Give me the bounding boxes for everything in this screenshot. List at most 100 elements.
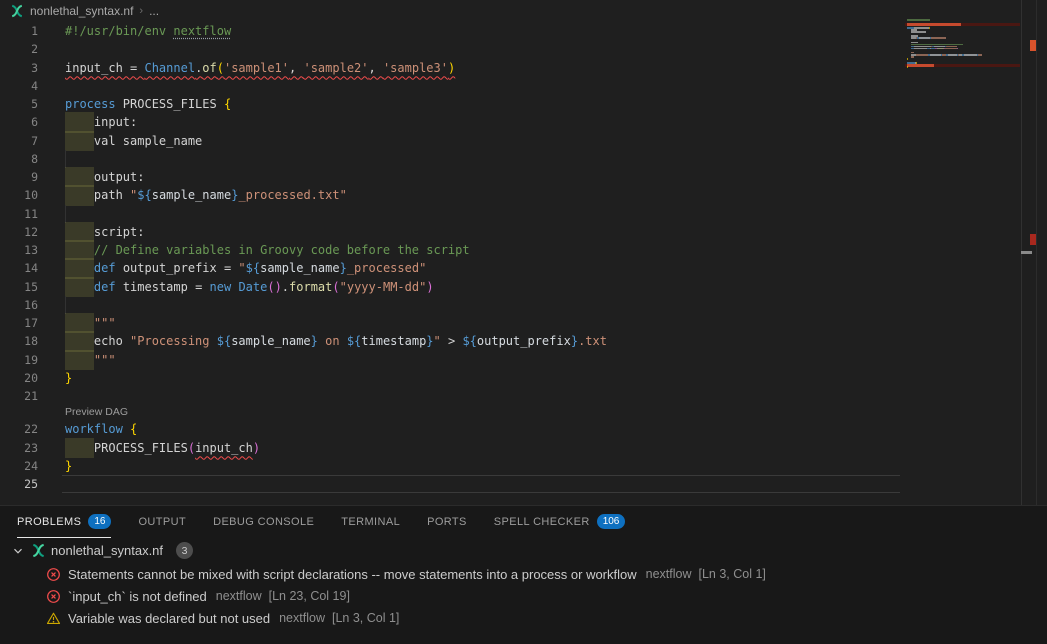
code-line[interactable]: 11	[0, 205, 905, 223]
code-line[interactable]: 24}	[0, 457, 905, 475]
code-line-content: """	[65, 351, 116, 369]
code-line[interactable]: 7 val sample_name	[0, 132, 905, 150]
code-line[interactable]: 4	[0, 77, 905, 95]
code-token: ${	[347, 334, 361, 348]
code-token: .txt	[578, 334, 607, 348]
problems-file-group[interactable]: nonlethal_syntax.nf 3	[0, 538, 1047, 563]
line-number[interactable]: 3	[8, 59, 38, 77]
code-line[interactable]: 8	[0, 150, 905, 168]
code-line-content: input:	[65, 113, 137, 131]
code-token: {	[224, 97, 231, 111]
code-token: >	[441, 334, 463, 348]
line-number[interactable]: 5	[8, 95, 38, 113]
panel-tab-spell-checker[interactable]: SPELL CHECKER106	[494, 506, 626, 538]
line-number[interactable]: 8	[8, 150, 38, 168]
code-area[interactable]: 1#!/usr/bin/env nextflow23input_ch = Cha…	[0, 22, 905, 493]
code-token: ,	[369, 61, 383, 75]
panel-tab-terminal[interactable]: TERMINAL	[341, 506, 400, 538]
editor[interactable]: nonlethal_syntax.nf › ... 1#!/usr/bin/en…	[0, 0, 1047, 506]
line-number[interactable]: 6	[8, 113, 38, 131]
indent-guide	[65, 296, 66, 314]
line-number[interactable]: 25	[8, 475, 38, 493]
line-number[interactable]: 11	[8, 205, 38, 223]
code-token	[123, 422, 130, 436]
line-number[interactable]: 1	[8, 22, 38, 40]
minimap[interactable]	[905, 0, 1020, 505]
line-number[interactable]: 23	[8, 439, 38, 457]
code-line[interactable]: 25	[0, 475, 905, 493]
code-line[interactable]: 6 input:	[0, 113, 905, 131]
code-line[interactable]: 15def timestamp = new Date().format("yyy…	[0, 278, 905, 296]
code-line[interactable]: 22workflow {	[0, 420, 905, 438]
line-number[interactable]: 18	[8, 332, 38, 350]
code-line[interactable]: 13// Define variables in Groovy code bef…	[0, 241, 905, 259]
code-line[interactable]: 9output:	[0, 168, 905, 186]
code-token: nextflow	[173, 24, 231, 38]
code-token: }	[571, 334, 578, 348]
tab-count-badge: 16	[88, 514, 111, 529]
panel-tab-label: PROBLEMS	[17, 516, 81, 528]
problem-row[interactable]: Variable was declared but not usednextfl…	[0, 607, 1047, 629]
line-number[interactable]: 9	[8, 168, 38, 186]
code-token: process	[65, 97, 116, 111]
line-number[interactable]: 12	[8, 223, 38, 241]
panel-tab-debug-console[interactable]: DEBUG CONSOLE	[213, 506, 314, 538]
code-line[interactable]: 5process PROCESS_FILES {	[0, 95, 905, 113]
breadcrumb-file-name[interactable]: nonlethal_syntax.nf	[30, 4, 133, 18]
panel-tab-problems[interactable]: PROBLEMS 16	[17, 506, 111, 538]
panel-tab-label: PORTS	[427, 516, 467, 528]
vscode-window: nonlethal_syntax.nf › ... 1#!/usr/bin/en…	[0, 0, 1047, 644]
breadcrumb[interactable]: nonlethal_syntax.nf › ...	[0, 0, 1047, 22]
problem-row[interactable]: Statements cannot be mixed with script d…	[0, 563, 1047, 585]
code-line[interactable]: 3input_ch = Channel.of('sample1', 'sampl…	[0, 59, 905, 77]
code-token: _processed.txt"	[238, 188, 346, 202]
problem-row[interactable]: `input_ch` is not definednextflow[Ln 23,…	[0, 585, 1047, 607]
code-line[interactable]: 21	[0, 387, 905, 405]
problems-list: Statements cannot be mixed with script d…	[0, 563, 1047, 629]
indent-guide	[65, 150, 66, 168]
line-number[interactable]: 13	[8, 241, 38, 259]
code-token: }	[65, 459, 72, 473]
code-token: "	[434, 334, 441, 348]
code-line[interactable]: 19 """	[0, 351, 905, 369]
code-line[interactable]: 1#!/usr/bin/env nextflow	[0, 22, 905, 40]
code-line[interactable]: 2	[0, 40, 905, 58]
code-line[interactable]: 17 """	[0, 314, 905, 332]
code-line[interactable]: 18echo "Processing ${sample_name} on ${t…	[0, 332, 905, 350]
line-number[interactable]: 4	[8, 77, 38, 95]
panel-tab-output[interactable]: OUTPUT	[138, 506, 186, 538]
code-token: "	[238, 261, 245, 275]
panel-tab-label: DEBUG CONSOLE	[213, 516, 314, 528]
code-line[interactable]: 12script:	[0, 223, 905, 241]
line-number[interactable]: 2	[8, 40, 38, 58]
code-line[interactable]: 23PROCESS_FILES(input_ch)	[0, 439, 905, 457]
code-token: "Processing	[130, 334, 217, 348]
breadcrumb-ellipsis[interactable]: ...	[149, 4, 159, 18]
line-number[interactable]: 16	[8, 296, 38, 314]
problem-location: [Ln 3, Col 1]	[332, 611, 399, 625]
ruler-mark	[1030, 234, 1036, 245]
code-line[interactable]: 20}	[0, 369, 905, 387]
code-line-content: """	[65, 314, 116, 332]
line-number[interactable]: 15	[8, 278, 38, 296]
line-number[interactable]: 20	[8, 369, 38, 387]
code-line[interactable]: 14def output_prefix = "${sample_name}_pr…	[0, 259, 905, 277]
line-number[interactable]: 21	[8, 387, 38, 405]
code-token: ${	[137, 188, 151, 202]
line-number[interactable]: 19	[8, 351, 38, 369]
code-token: val sample_name	[94, 134, 202, 148]
code-line-content: }	[65, 457, 72, 475]
code-line[interactable]: 10path "${sample_name}_processed.txt"	[0, 186, 905, 204]
line-number[interactable]: 10	[8, 186, 38, 204]
code-line[interactable]: 16	[0, 296, 905, 314]
panel-tab-ports[interactable]: PORTS	[427, 506, 467, 538]
codelens-link[interactable]: Preview DAG	[0, 405, 905, 420]
indent-highlight	[65, 258, 94, 278]
code-token: 'sample2'	[303, 61, 368, 75]
line-number[interactable]: 14	[8, 259, 38, 277]
line-number[interactable]: 17	[8, 314, 38, 332]
line-number[interactable]: 24	[8, 457, 38, 475]
line-number[interactable]: 7	[8, 132, 38, 150]
code-token: echo	[94, 334, 130, 348]
line-number[interactable]: 22	[8, 420, 38, 438]
